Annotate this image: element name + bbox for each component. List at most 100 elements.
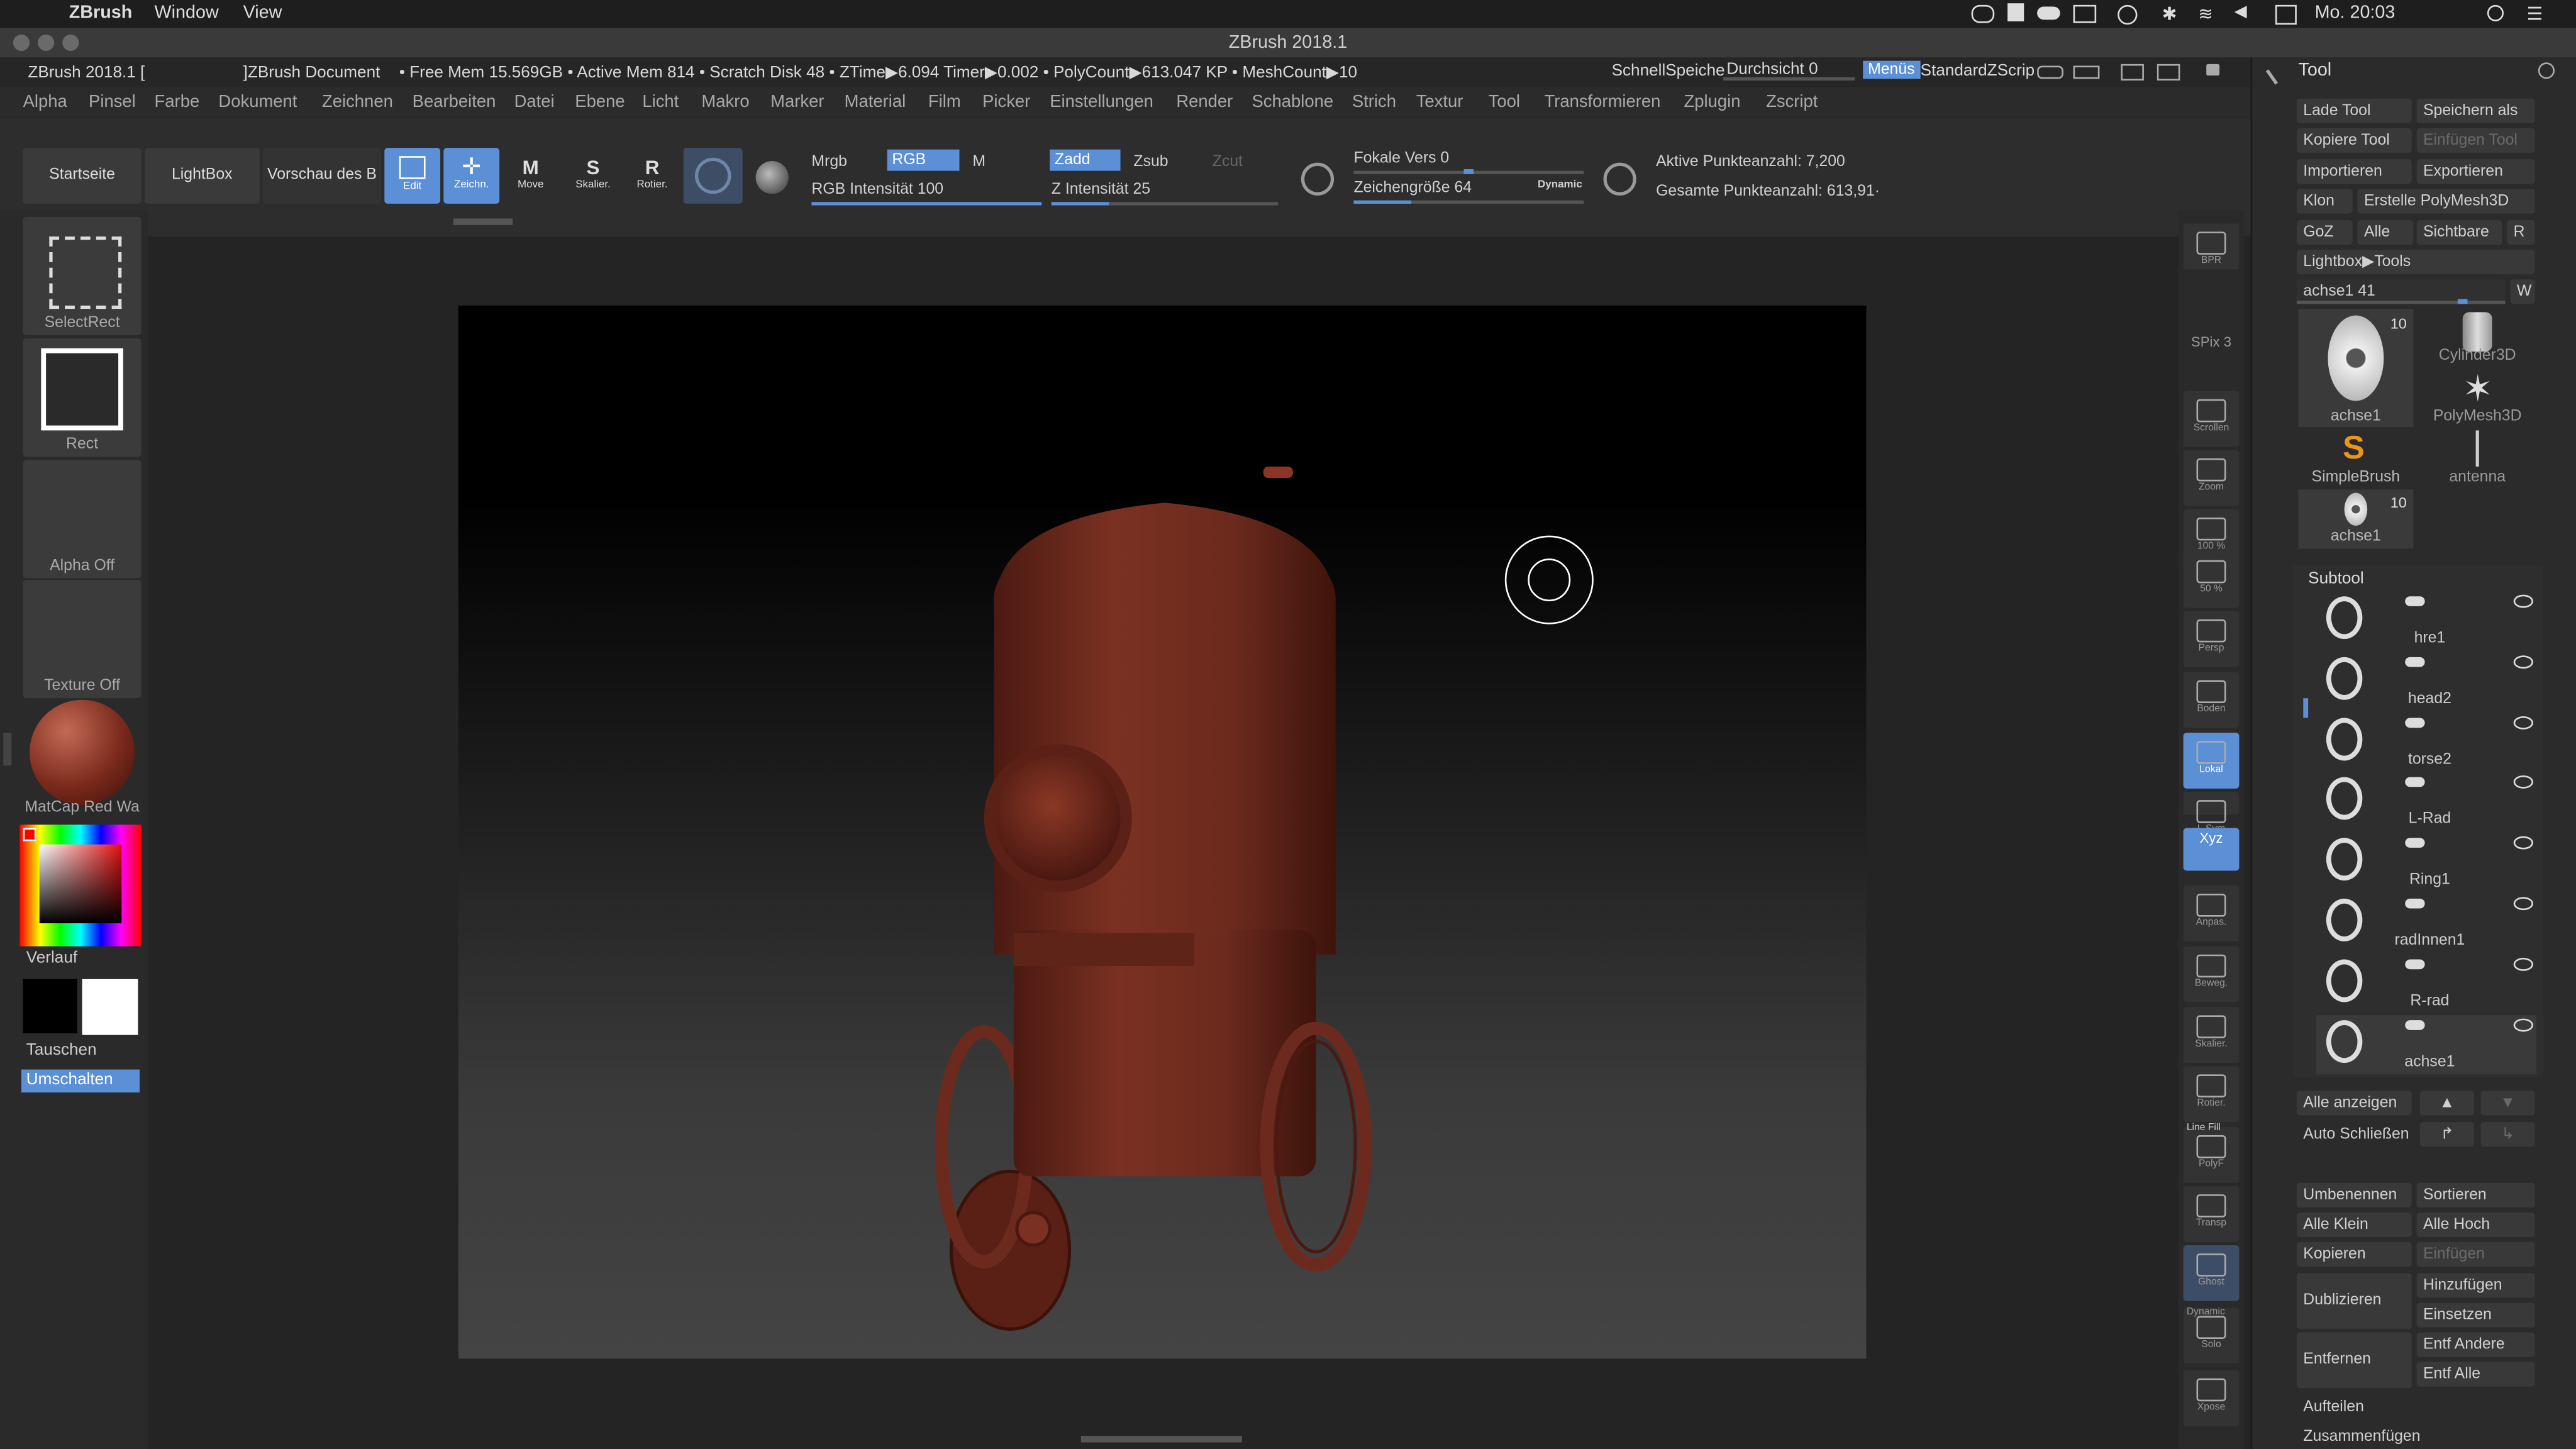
goz-visible-button[interactable]: Sichtbare: [2416, 220, 2502, 245]
import-button[interactable]: Importieren: [2296, 159, 2412, 184]
visibility-eye-icon[interactable]: [2513, 1018, 2534, 1031]
visibility-eye-icon[interactable]: [2513, 655, 2534, 669]
shelf-zoom-button[interactable]: Zoom: [2183, 450, 2240, 506]
scale-mode-button[interactable]: S Skalier.: [565, 148, 621, 204]
subtool-scroll-indicator[interactable]: [2303, 698, 2309, 718]
subtool-toggle-icon[interactable]: [2405, 958, 2425, 969]
shelf-skalier--button[interactable]: Skalier.: [2183, 1007, 2240, 1063]
tool-thumb-achse1-small[interactable]: 10 achse1: [2298, 489, 2414, 549]
status-icon-2[interactable]: [2007, 3, 2024, 21]
menu-licht[interactable]: Licht: [642, 92, 679, 111]
switch-toggle[interactable]: Umschalten: [21, 1069, 140, 1093]
tool-thumb-antenna[interactable]: antenna: [2420, 430, 2535, 489]
visibility-eye-icon[interactable]: [2513, 957, 2534, 971]
primary-color-swatch[interactable]: [82, 979, 138, 1035]
cloud-icon[interactable]: [2037, 6, 2060, 20]
paste-tool-button[interactable]: Einfügen Tool: [2416, 128, 2535, 153]
delete-other-button[interactable]: Entf Andere: [2416, 1332, 2535, 1357]
clone-button[interactable]: Klon: [2296, 189, 2353, 214]
shelf-bpr-button[interactable]: BPR: [2183, 223, 2240, 270]
doc-scroll-handle[interactable]: [453, 218, 513, 225]
subtool-row-r-rad[interactable]: R-rad: [2316, 954, 2536, 1013]
quicksave-button[interactable]: SchnellSpeiche: [1612, 62, 1725, 80]
delete-all-button[interactable]: Entf Alle: [2416, 1362, 2535, 1387]
dynamic-button[interactable]: Dynamic: [1538, 179, 1582, 191]
left-tray-handle[interactable]: [3, 733, 19, 766]
shelf-xyz-button[interactable]: Xyz: [2183, 828, 2240, 871]
sculpt-mode-button[interactable]: [683, 148, 743, 204]
time-machine-icon[interactable]: [2118, 4, 2138, 25]
bottom-scroll-handle[interactable]: [1080, 1436, 1242, 1443]
z-intensity-track[interactable]: [1051, 202, 1279, 206]
tool-thumb-cylinder3d[interactable]: Cylinder3D: [2420, 309, 2535, 368]
visibility-eye-icon[interactable]: [2513, 594, 2534, 608]
tool-pin-icon[interactable]: [2265, 60, 2292, 85]
menu-ebene[interactable]: Ebene: [575, 92, 625, 111]
robot-model[interactable]: [458, 306, 1867, 1358]
edit-mode-button[interactable]: Edit: [384, 148, 441, 204]
make-polymesh-button[interactable]: Erstelle PolyMesh3D: [2357, 189, 2535, 214]
shelf-persp-button[interactable]: Persp: [2183, 611, 2240, 667]
shelf-line-fill-label[interactable]: Line Fill: [2187, 1124, 2221, 1134]
transparency-slider[interactable]: Durchsicht 0: [1726, 61, 1818, 79]
move-down-button[interactable]: ▼: [2480, 1091, 2535, 1116]
goz-all-button[interactable]: Alle: [2357, 220, 2414, 245]
zadd-button[interactable]: Zadd: [1050, 149, 1120, 171]
arrow-right-down-button[interactable]: ↳: [2480, 1122, 2535, 1147]
menu-film[interactable]: Film: [928, 92, 961, 111]
all-high-button[interactable]: Alle Hoch: [2416, 1212, 2535, 1237]
wifi-icon[interactable]: ≋: [2198, 3, 2213, 25]
subtool-row-ring1[interactable]: Ring1: [2316, 833, 2536, 892]
subtool-row-l-rad[interactable]: L-Rad: [2316, 773, 2536, 832]
draw-size-slider[interactable]: Zeichengröße 64: [1353, 179, 1472, 197]
menu-farbe[interactable]: Farbe: [155, 92, 200, 111]
menu-datei[interactable]: Datei: [514, 92, 555, 111]
subtool-toggle-icon[interactable]: [2405, 838, 2425, 848]
swap-colors-button[interactable]: Tauschen: [26, 1041, 97, 1060]
shelf-transp-button[interactable]: Transp: [2183, 1186, 2240, 1242]
split-section[interactable]: Aufteilen: [2297, 1395, 2535, 1419]
home-page-button[interactable]: Startseite: [23, 148, 142, 204]
visibility-eye-icon[interactable]: [2513, 775, 2534, 789]
tool-thumb-polymesh3d[interactable]: ✶ PolyMesh3D: [2420, 369, 2535, 429]
layout-icon-2[interactable]: [2073, 65, 2100, 79]
duplicate-button[interactable]: Dublizieren: [2296, 1273, 2412, 1330]
draw-mode-button[interactable]: ✛ Zeichn.: [443, 148, 500, 204]
visibility-eye-icon[interactable]: [2513, 715, 2534, 729]
status-icon-1[interactable]: [1971, 4, 1995, 23]
subtool-toggle-icon[interactable]: [2405, 596, 2425, 606]
secondary-color-swatch[interactable]: [23, 979, 77, 1034]
zcut-button[interactable]: Zcut: [1213, 153, 1243, 171]
subtool-toggle-icon[interactable]: [2405, 777, 2425, 788]
menu-transformieren[interactable]: Transformieren: [1544, 92, 1660, 111]
auto-collapse-button[interactable]: Auto Schließen: [2297, 1122, 2412, 1146]
move-mode-button[interactable]: M Move: [502, 148, 558, 204]
material-sphere-icon[interactable]: [755, 160, 789, 194]
lightbox-button[interactable]: LightBox: [144, 148, 260, 204]
view-menu[interactable]: View: [243, 3, 282, 23]
shelf-spix-3-button[interactable]: SPix 3: [2184, 332, 2240, 388]
bluetooth-icon[interactable]: ✱: [2162, 3, 2177, 25]
shelf-boden-button[interactable]: Boden: [2183, 672, 2240, 728]
paste-button[interactable]: Einfügen: [2416, 1241, 2535, 1267]
shelf-rotier--button[interactable]: Rotier.: [2183, 1066, 2240, 1123]
visibility-eye-icon[interactable]: [2513, 897, 2534, 911]
copy-button[interactable]: Kopieren: [2296, 1241, 2412, 1267]
3d-viewport[interactable]: [458, 305, 1867, 1359]
tool-slider-track[interactable]: [2296, 299, 2506, 304]
w-button[interactable]: W: [2510, 279, 2535, 304]
clock[interactable]: Mo. 20:03: [2315, 3, 2396, 23]
menu-strich[interactable]: Strich: [1352, 92, 1396, 111]
rgb-button[interactable]: RGB: [887, 149, 959, 171]
subtool-toggle-icon[interactable]: [2405, 898, 2425, 909]
layout-icon-4[interactable]: [2157, 64, 2180, 80]
draw-size-track[interactable]: [1353, 200, 1584, 204]
calendar-icon[interactable]: [2275, 4, 2297, 25]
shelf-dynamic-label[interactable]: Dynamic: [2187, 1307, 2225, 1318]
draw-size-icon[interactable]: [1603, 162, 1636, 196]
goz-r-button[interactable]: R: [2507, 220, 2535, 245]
menu-bearbeiten[interactable]: Bearbeiten: [413, 92, 496, 111]
tool-thumb-achse1[interactable]: 10 achse1: [2298, 309, 2414, 428]
transparency-track[interactable]: [1723, 77, 1855, 80]
shelf-xpose-button[interactable]: Xpose: [2183, 1370, 2240, 1426]
